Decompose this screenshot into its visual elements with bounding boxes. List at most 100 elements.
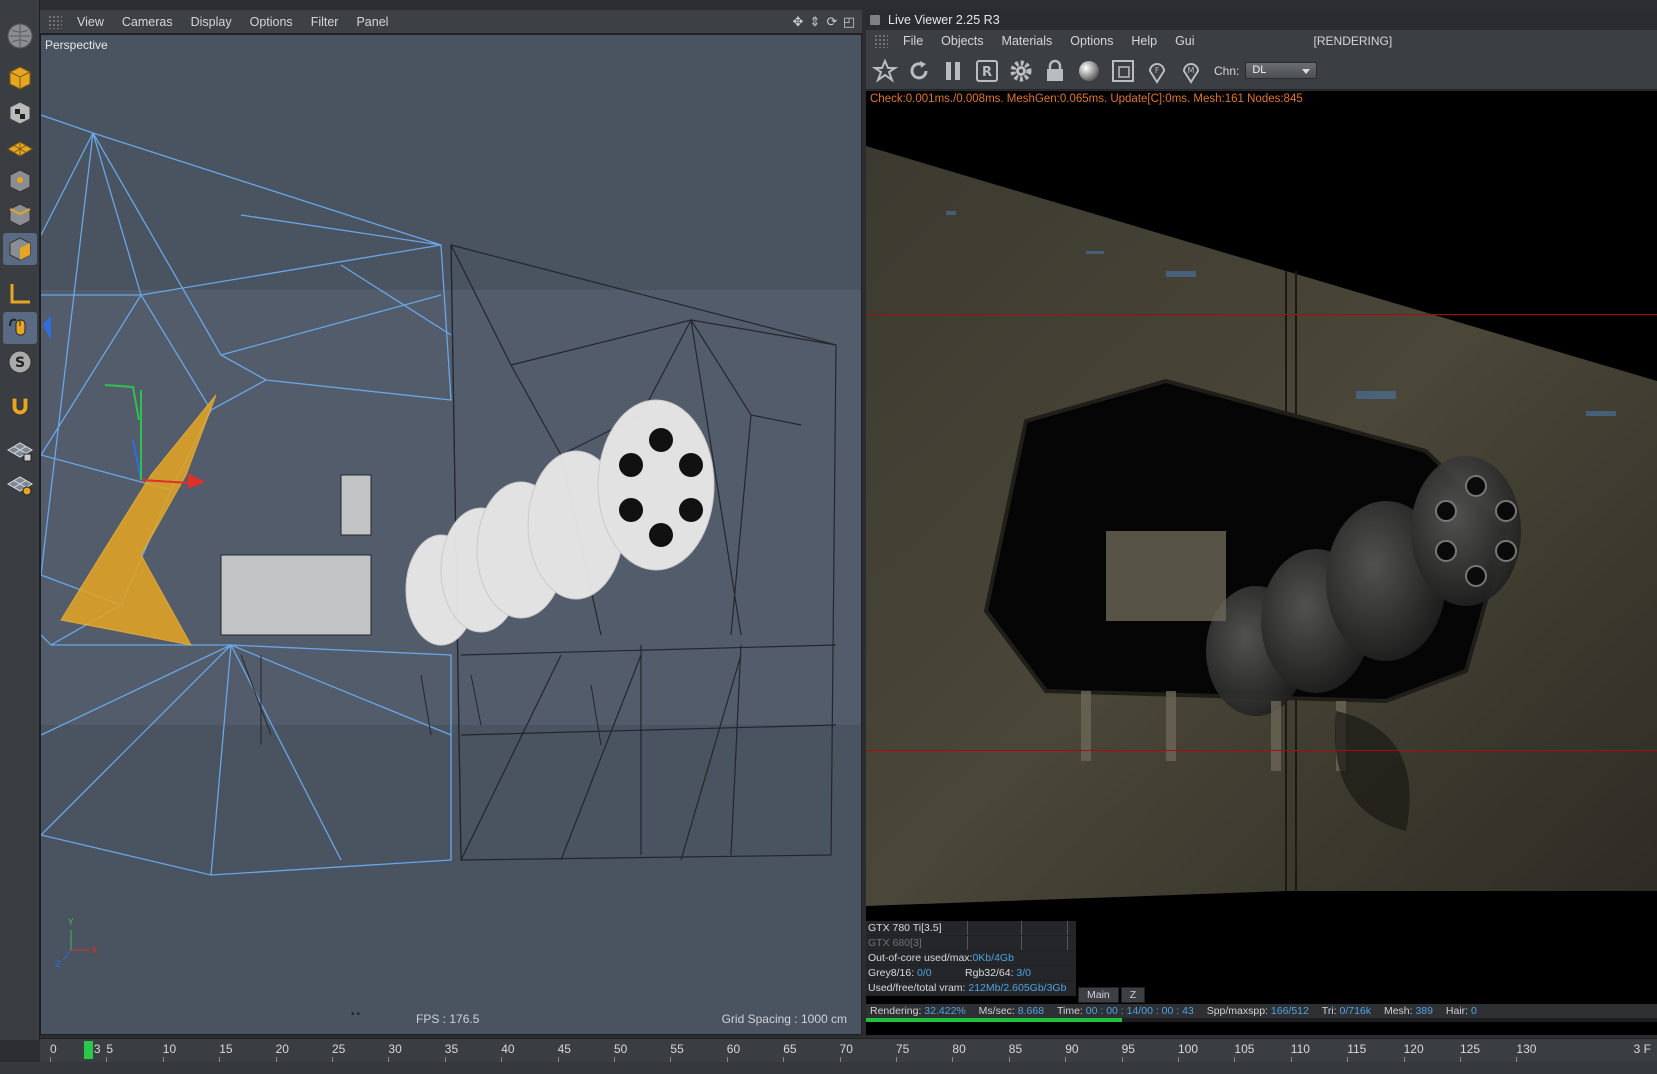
- drag-grip-icon[interactable]: [48, 14, 62, 29]
- timeline-tick-label: 115: [1347, 1042, 1367, 1056]
- live-viewer-title: Live Viewer 2.25 R3: [888, 13, 1000, 27]
- close-icon[interactable]: [870, 15, 880, 25]
- render-status-tag: [RENDERING]: [1313, 34, 1393, 48]
- guide-line-top: [866, 314, 1657, 315]
- texture-count-row: Grey8/16: 0/0 Rgb32/64: 3/0: [866, 966, 1076, 981]
- current-frame-readout: 3 F: [1633, 1042, 1651, 1056]
- guide-line-bottom: [866, 750, 1657, 751]
- move-view-icon[interactable]: ✥: [791, 14, 805, 29]
- channel-label: Chn:: [1214, 63, 1240, 78]
- workplane-icon[interactable]: [3, 131, 37, 163]
- render-stats: Check:0.001ms./0.008ms. MeshGen:0.065ms.…: [870, 93, 1303, 105]
- timeline-tick-label: 20: [275, 1042, 289, 1056]
- svg-text:S: S: [15, 355, 25, 371]
- timeline-tick-label: 10: [162, 1042, 177, 1056]
- gpu-secondary-row: GTX 680[3]: [866, 936, 1076, 951]
- tweak-icon[interactable]: [3, 312, 37, 344]
- drag-grip-icon[interactable]: [874, 34, 888, 48]
- timeline-tick-label: 90: [1065, 1042, 1079, 1056]
- timeline-tick-label: 125: [1460, 1042, 1481, 1056]
- timeline-tick-label: 30: [388, 1042, 402, 1056]
- render-progress-bar: [866, 1018, 1657, 1022]
- point-icon[interactable]: [3, 165, 37, 197]
- svg-text:X: X: [91, 946, 97, 956]
- mesh-label: Mesh:: [1383, 1005, 1413, 1017]
- render-view[interactable]: Check:0.001ms./0.008ms. MeshGen:0.065ms.…: [866, 91, 1657, 1035]
- timeline-tick-label: 55: [670, 1042, 684, 1056]
- lv-menu-gui[interactable]: Gui: [1166, 29, 1203, 53]
- lv-menu-file[interactable]: File: [894, 29, 932, 53]
- timeline-tick-label: 45: [557, 1042, 571, 1056]
- aspect-frame-icon[interactable]: [1108, 56, 1138, 86]
- restart-render-icon[interactable]: [904, 56, 934, 86]
- menu-view[interactable]: View: [68, 10, 113, 34]
- viewport-menubar: View Cameras Display Options Filter Pane…: [40, 10, 862, 34]
- menu-options[interactable]: Options: [241, 10, 302, 34]
- lv-menu-materials[interactable]: Materials: [993, 29, 1062, 53]
- maximize-view-icon[interactable]: ◰: [842, 14, 856, 29]
- timeline-tick-label: 120: [1403, 1042, 1424, 1056]
- grid-icon[interactable]: [3, 468, 37, 500]
- cinema4d-logo-icon[interactable]: [3, 20, 37, 52]
- ms-value: 8.668: [1017, 1005, 1045, 1017]
- region-render-icon[interactable]: R: [972, 56, 1002, 86]
- svg-text:Y: Y: [67, 918, 74, 928]
- svg-text:Z: Z: [55, 960, 61, 970]
- vram-row: Used/free/total vram: 212Mb/2.605Gb/3Gb: [866, 981, 1076, 996]
- material-pick-icon[interactable]: M: [1176, 56, 1206, 86]
- hair-value: 0: [1471, 1005, 1477, 1017]
- tab-main[interactable]: Main: [1078, 987, 1119, 1003]
- live-viewer-titlebar: Live Viewer 2.25 R3: [866, 10, 1657, 30]
- lv-menu-help[interactable]: Help: [1122, 29, 1166, 53]
- timeline-tick-label: 105: [1234, 1042, 1255, 1056]
- tri-label: Tri:: [1321, 1005, 1337, 1017]
- perspective-viewport[interactable]: Y X Z Perspective •• FPS : 176.5 Grid Sp…: [40, 34, 862, 1035]
- gpu-primary-row: GTX 780 Ti[3.5]: [866, 921, 1076, 936]
- rotate-view-icon[interactable]: ⟳: [825, 14, 839, 29]
- timeline-tick-label: 110: [1290, 1042, 1310, 1056]
- time-label: Time:: [1056, 1005, 1083, 1017]
- lv-menu-objects[interactable]: Objects: [932, 29, 992, 53]
- timeline-tick-label: 75: [896, 1042, 910, 1056]
- timeline-tick-label: 130: [1516, 1042, 1537, 1056]
- snap-icon[interactable]: S: [3, 346, 37, 378]
- tab-z[interactable]: Z: [1120, 987, 1146, 1003]
- texture-icon[interactable]: [3, 97, 37, 129]
- hair-label: Hair:: [1445, 1005, 1469, 1017]
- settings-gear-icon[interactable]: [1006, 56, 1036, 86]
- material-ball-icon[interactable]: [1074, 56, 1104, 86]
- timeline-tick-label: 80: [952, 1042, 966, 1056]
- dolly-view-icon[interactable]: ⇕: [808, 14, 822, 29]
- lock-grid-icon[interactable]: [3, 434, 37, 466]
- timeline-ruler[interactable]: 3 F 0 5 10 15 20 25 30 35 40 45 50 55 60 65 70 75 80 85 90…: [40, 1038, 1657, 1062]
- menu-filter[interactable]: Filter: [302, 10, 348, 34]
- focus-pick-icon[interactable]: F: [1142, 56, 1172, 86]
- edge-icon[interactable]: [3, 199, 37, 231]
- timeline-tick-label: 95: [1121, 1042, 1135, 1056]
- timeline-tick-label: 5: [106, 1042, 114, 1056]
- timeline-tick-label: 35: [444, 1042, 459, 1056]
- timeline-tick-label: 25: [332, 1042, 346, 1056]
- viewport-label[interactable]: Perspective: [45, 38, 108, 52]
- pause-icon[interactable]: [938, 56, 968, 86]
- mesh-value: 389: [1415, 1005, 1433, 1017]
- timeline-playhead[interactable]: [83, 1041, 93, 1059]
- menu-display[interactable]: Display: [182, 10, 241, 34]
- timeline-tick-label: 60: [726, 1042, 741, 1056]
- gpu-info-panel: GTX 780 Ti[3.5] GTX 680[3] Out-of-core u…: [866, 921, 1076, 996]
- svg-text:M: M: [1188, 66, 1195, 75]
- send-scene-icon[interactable]: [870, 56, 900, 86]
- axis-icon[interactable]: [3, 278, 37, 310]
- model-icon[interactable]: [3, 62, 37, 94]
- magnet-icon[interactable]: [3, 390, 37, 422]
- tri-value: 0/716k: [1339, 1005, 1372, 1017]
- rendering-value: 32.422%: [924, 1005, 966, 1017]
- out-of-core-row: Out-of-core used/max: 0Kb/4Gb: [866, 951, 1076, 966]
- lv-menu-options[interactable]: Options: [1061, 29, 1122, 53]
- timeline-tick-label: 65: [783, 1042, 797, 1056]
- menu-cameras[interactable]: Cameras: [113, 10, 182, 34]
- menu-panel[interactable]: Panel: [347, 10, 397, 34]
- polygon-icon[interactable]: [3, 233, 37, 265]
- lock-icon[interactable]: [1040, 56, 1070, 86]
- channel-select[interactable]: DL: [1245, 62, 1318, 79]
